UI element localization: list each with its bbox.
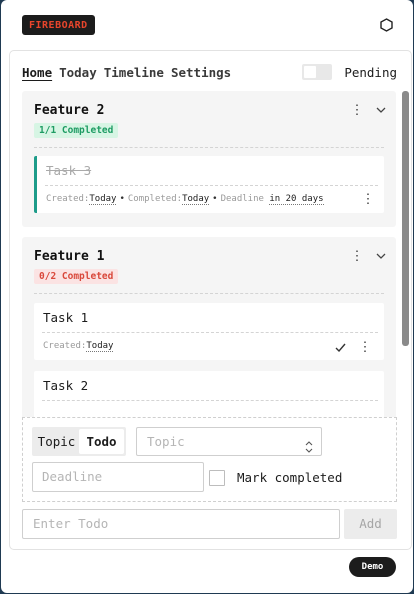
tab-today[interactable]: Today xyxy=(59,65,97,80)
feature-menu-icon[interactable]: ⋮ xyxy=(351,249,364,264)
topic-select[interactable]: Topic xyxy=(136,427,322,456)
scrollbar-thumb[interactable] xyxy=(402,91,409,346)
chevron-down-icon[interactable] xyxy=(375,103,387,117)
meta-separator: • xyxy=(119,194,125,204)
task-item[interactable]: Task 2 xyxy=(34,371,384,417)
divider xyxy=(34,293,384,294)
divider xyxy=(45,185,378,186)
topic-select-placeholder: Topic xyxy=(147,434,185,449)
chevron-updown-icon xyxy=(305,435,313,453)
tab-timeline[interactable]: Timeline xyxy=(104,65,164,80)
task-title: Task 3 xyxy=(46,163,92,178)
task-item[interactable]: Task 3 Created:Today • Completed:Today • Dea… xyxy=(34,156,384,213)
task-item[interactable]: Task 1 Created:Today ⋮ xyxy=(34,303,384,360)
created-label: Created: xyxy=(46,194,90,204)
divider xyxy=(34,147,384,148)
feature-card: Feature 2 1/1 Completed ⋮ Task 3 Created… xyxy=(22,91,396,227)
segment-topic[interactable]: Topic xyxy=(34,429,79,454)
toggle-knob xyxy=(304,66,317,78)
feature-status-badge: 1/1 Completed xyxy=(34,123,119,138)
completed-label: Completed: xyxy=(127,194,183,204)
deadline-value: in 20 days xyxy=(269,194,324,205)
task-meta: Created:Today xyxy=(43,341,114,352)
hexagon-icon[interactable] xyxy=(379,18,393,32)
created-value: Today xyxy=(89,194,117,205)
pending-label: Pending xyxy=(344,64,397,80)
tab-home[interactable]: Home xyxy=(22,65,52,80)
divider xyxy=(42,332,378,333)
nav-tabs: Home Today Timeline Settings Pending xyxy=(22,61,403,83)
task-menu-icon[interactable]: ⋮ xyxy=(359,340,372,355)
extension-popup: FIREBOARD Home Today Timeline Settings P… xyxy=(1,0,413,593)
main-panel: Home Today Timeline Settings Pending Fea… xyxy=(9,50,412,550)
task-menu-icon[interactable]: ⋮ xyxy=(362,192,375,207)
brand-logo: FIREBOARD xyxy=(22,15,95,35)
mark-completed-label: Mark completed xyxy=(237,470,343,485)
mark-completed-checkbox[interactable] xyxy=(209,470,225,486)
created-value: Today xyxy=(86,341,114,352)
feature-status-badge: 0/2 Completed xyxy=(34,269,119,284)
task-title: Task 2 xyxy=(43,378,89,393)
top-bar: FIREBOARD xyxy=(1,0,413,50)
add-button[interactable]: Add xyxy=(344,509,397,539)
demo-badge[interactable]: Demo xyxy=(349,557,396,577)
task-title: Task 1 xyxy=(43,310,89,325)
pending-toggle[interactable] xyxy=(302,64,333,80)
topic-todo-switch: Topic Todo xyxy=(32,427,126,456)
feature-menu-icon[interactable]: ⋮ xyxy=(351,103,364,118)
new-item-form: Topic Todo Topic Deadline Mark completed xyxy=(22,417,397,502)
feature-title: Feature 1 xyxy=(34,249,105,264)
check-icon[interactable] xyxy=(334,341,346,353)
completed-value: Today xyxy=(182,194,210,205)
meta-separator: • xyxy=(212,194,218,204)
task-meta: Created:Today • Completed:Today • Deadline i… xyxy=(46,194,324,205)
feature-title: Feature 2 xyxy=(34,103,105,118)
segment-todo[interactable]: Todo xyxy=(79,429,124,454)
chevron-down-icon[interactable] xyxy=(375,249,387,263)
todo-input[interactable]: Enter Todo xyxy=(22,509,340,539)
created-label: Created: xyxy=(43,341,87,351)
deadline-label: Deadline xyxy=(220,194,264,204)
divider xyxy=(42,400,378,401)
feature-list: Feature 2 1/1 Completed ⋮ Task 3 Created… xyxy=(22,91,396,417)
deadline-input[interactable]: Deadline xyxy=(32,462,204,492)
feature-card: Feature 1 0/2 Completed ⋮ Task 1 Created… xyxy=(22,237,396,417)
pending-filter: Pending xyxy=(302,61,397,83)
tab-settings[interactable]: Settings xyxy=(171,65,231,80)
